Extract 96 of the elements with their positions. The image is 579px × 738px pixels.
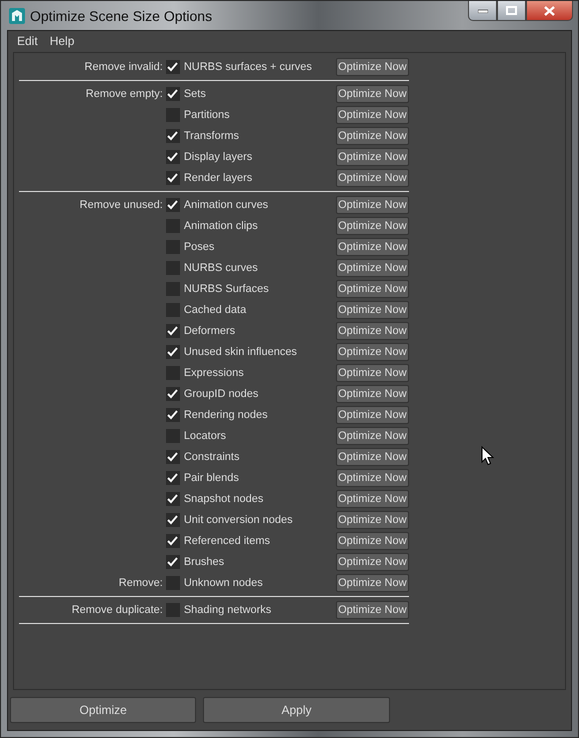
optimize-now-button[interactable]: Optimize Now xyxy=(336,406,409,424)
checkbox-label: Rendering nodes xyxy=(184,408,269,420)
section-label: Remove empty: xyxy=(86,88,163,100)
optimize-now-button[interactable]: Optimize Now xyxy=(336,468,409,486)
checkbox[interactable] xyxy=(166,492,180,506)
optimize-now-button[interactable]: Optimize Now xyxy=(336,600,409,618)
checkbox[interactable] xyxy=(166,170,180,184)
checkbox[interactable] xyxy=(166,302,180,316)
checkbox[interactable] xyxy=(166,218,180,232)
checkbox-label: Locators xyxy=(184,430,228,442)
optimize-now-button[interactable]: Optimize Now xyxy=(336,532,409,550)
checkbox-label: NURBS surfaces + curves xyxy=(184,60,313,72)
checkbox[interactable] xyxy=(166,324,180,338)
checkbox[interactable] xyxy=(166,150,180,164)
checkbox[interactable] xyxy=(166,386,180,400)
menu-item[interactable]: Edit xyxy=(11,34,44,48)
menu-item[interactable]: Help xyxy=(44,34,80,48)
optimize-now-button[interactable]: Optimize Now xyxy=(336,342,409,360)
optimize-now-button[interactable]: Optimize Now xyxy=(336,426,409,444)
dialog-button[interactable]: Apply xyxy=(203,697,390,723)
checkbox-label: Display layers xyxy=(184,150,254,162)
checkbox-label: Snapshot nodes xyxy=(184,492,264,504)
checkbox[interactable] xyxy=(166,554,180,568)
close-button[interactable] xyxy=(526,1,573,21)
dialog-button[interactable]: Optimize xyxy=(10,697,196,723)
checkbox-label: NURBS curves xyxy=(184,262,259,274)
checkbox-label: Pair blends xyxy=(184,472,240,484)
optimize-now-button[interactable]: Optimize Now xyxy=(336,238,409,256)
optimize-now-button[interactable]: Optimize Now xyxy=(336,384,409,402)
optimize-now-button[interactable]: Optimize Now xyxy=(336,490,409,508)
optimize-now-button[interactable]: Optimize Now xyxy=(336,300,409,318)
window-title: Optimize Scene Size Options xyxy=(30,8,212,24)
optimize-now-button[interactable]: Optimize Now xyxy=(336,148,409,166)
checkbox[interactable] xyxy=(166,512,180,526)
checkbox-label: Expressions xyxy=(184,366,245,378)
checkbox-label: Unused skin influences xyxy=(184,346,298,358)
optimize-now-button[interactable]: Optimize Now xyxy=(336,106,409,124)
checkbox-label: Referenced items xyxy=(184,534,272,546)
checkbox-label: Shading networks xyxy=(184,604,272,616)
optimize-now-button[interactable]: Optimize Now xyxy=(336,58,409,76)
section-label: Remove invalid: xyxy=(84,60,163,72)
checkbox-label: Poses xyxy=(184,240,216,252)
checkbox[interactable] xyxy=(166,282,180,296)
checkbox[interactable] xyxy=(166,602,180,616)
minimize-button[interactable] xyxy=(468,1,497,21)
checkbox[interactable] xyxy=(166,576,180,590)
optimize-now-button[interactable]: Optimize Now xyxy=(336,552,409,570)
optimize-now-button[interactable]: Optimize Now xyxy=(336,168,409,186)
maximize-button[interactable] xyxy=(497,1,526,21)
optimize-now-button[interactable]: Optimize Now xyxy=(336,126,409,144)
checkbox-label: Unknown nodes xyxy=(184,576,264,588)
checkbox[interactable] xyxy=(166,198,180,212)
checkbox-label: Render layers xyxy=(184,172,254,184)
optimize-now-button[interactable]: Optimize Now xyxy=(336,448,409,466)
app-icon xyxy=(9,8,25,24)
checkbox-label: Cached data xyxy=(184,304,248,316)
section-label: Remove unused: xyxy=(80,198,163,210)
checkbox[interactable] xyxy=(166,128,180,142)
checkbox-label: Transforms xyxy=(184,130,240,142)
checkbox[interactable] xyxy=(166,470,180,484)
checkbox-label: NURBS Surfaces xyxy=(184,282,270,294)
maximize-icon xyxy=(506,6,517,15)
minimize-icon xyxy=(478,8,488,12)
checkbox-label: GroupID nodes xyxy=(184,388,260,400)
optimize-now-button[interactable]: Optimize Now xyxy=(336,510,409,528)
optimize-now-button[interactable]: Optimize Now xyxy=(336,364,409,382)
checkbox-label: Sets xyxy=(184,88,207,100)
mouse-pointer-icon xyxy=(481,446,494,466)
optimize-now-button[interactable]: Optimize Now xyxy=(336,84,409,102)
checkbox-label: Animation curves xyxy=(184,198,270,210)
checkbox[interactable] xyxy=(166,366,180,380)
section-label: Remove: xyxy=(118,576,163,588)
checkbox-label: Constraints xyxy=(184,450,240,462)
checkbox-label: Deformers xyxy=(184,324,236,336)
checkbox-label: Unit conversion nodes xyxy=(184,514,294,526)
optimize-now-button[interactable]: Optimize Now xyxy=(336,196,409,214)
checkbox[interactable] xyxy=(166,60,180,74)
optimize-now-button[interactable]: Optimize Now xyxy=(336,216,409,234)
checkbox[interactable] xyxy=(166,450,180,464)
section-label: Remove duplicate: xyxy=(72,604,163,616)
optimize-now-button[interactable]: Optimize Now xyxy=(336,280,409,298)
checkbox[interactable] xyxy=(166,408,180,422)
checkbox[interactable] xyxy=(166,534,180,548)
checkbox[interactable] xyxy=(166,344,180,358)
checkbox[interactable] xyxy=(166,86,180,100)
checkbox-label: Animation clips xyxy=(184,220,259,232)
checkbox-label: Brushes xyxy=(184,556,226,568)
optimize-now-button[interactable]: Optimize Now xyxy=(336,574,409,592)
checkbox-label: Partitions xyxy=(184,108,231,120)
checkbox[interactable] xyxy=(166,428,180,442)
checkbox[interactable] xyxy=(166,240,180,254)
checkbox[interactable] xyxy=(166,260,180,274)
close-icon xyxy=(544,6,555,16)
optimize-now-button[interactable]: Optimize Now xyxy=(336,258,409,276)
checkbox[interactable] xyxy=(166,108,180,122)
optimize-now-button[interactable]: Optimize Now xyxy=(336,322,409,340)
